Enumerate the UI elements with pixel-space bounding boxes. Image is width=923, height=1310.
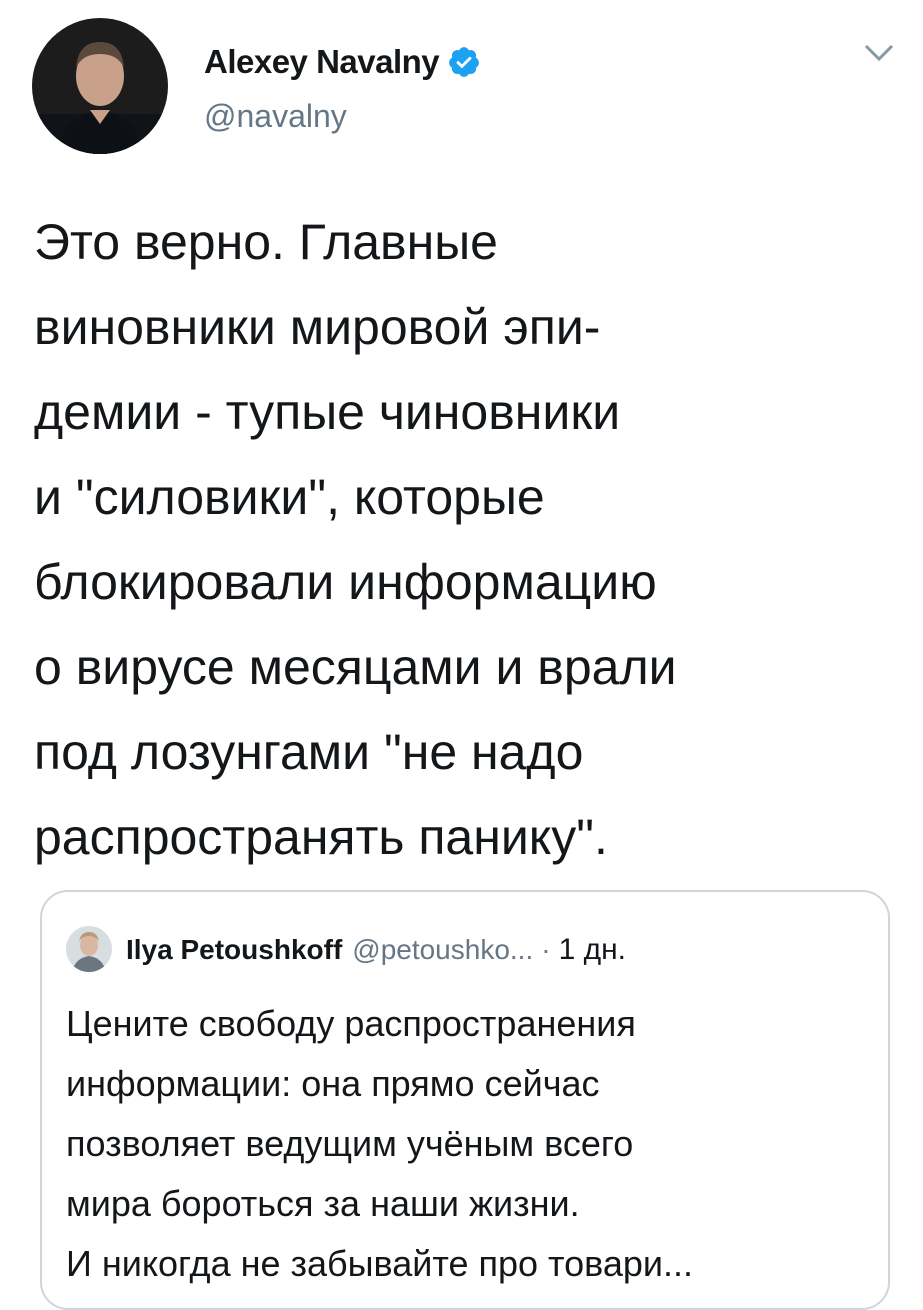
avatar-photo <box>66 926 112 972</box>
author-handle[interactable]: @navalny <box>204 98 347 135</box>
author-avatar[interactable] <box>32 18 168 154</box>
quoted-tweet-time: 1 дн. <box>558 933 627 966</box>
header-separator: · <box>541 934 551 965</box>
tweet-text-line: виновники мировой эпи- <box>34 299 601 355</box>
quoted-author-handle[interactable]: @petoushko... <box>352 934 533 966</box>
quoted-tweet-text: Цените свободу распространения информаци… <box>66 994 876 1294</box>
quoted-text-line: информации: она прямо сейчас <box>66 1063 600 1104</box>
quoted-text-line: мира бороться за наши жизни. <box>66 1183 580 1224</box>
tweet-text-line: и "силовики", которые <box>34 469 545 525</box>
quoted-text-line: позволяет ведущим учёным всего <box>66 1123 634 1164</box>
tweet-text: Это верно. Главные виновники мировой эпи… <box>34 200 914 880</box>
verified-badge-icon <box>447 45 481 79</box>
tweet-text-line: демии - тупые чиновники <box>34 384 621 440</box>
quoted-tweet-header: Ilya Petoushkoff @petoushko... · 1 дн. <box>126 928 626 972</box>
tweet-text-line: о вирусе месяцами и врали <box>34 639 677 695</box>
tweet-text-line: распространять панику". <box>34 809 608 865</box>
author-name-row[interactable]: Alexey Navalny <box>204 40 481 84</box>
quoted-text-line: Цените свободу распространения <box>66 1003 636 1044</box>
tweet-menu-button[interactable] <box>862 42 896 64</box>
chevron-down-icon <box>864 44 894 62</box>
tweet-text-line: Это верно. Главные <box>34 214 498 270</box>
quoted-tweet-card[interactable]: Ilya Petoushkoff @petoushko... · 1 дн. Ц… <box>40 890 890 1310</box>
quoted-author-name[interactable]: Ilya Petoushkoff <box>126 934 342 966</box>
tweet-text-line: под лозунгами "не надо <box>34 724 584 780</box>
tweet-text-line: блокировали информацию <box>34 554 657 610</box>
quoted-author-avatar <box>66 926 112 972</box>
avatar-photo <box>32 18 168 154</box>
author-name[interactable]: Alexey Navalny <box>204 43 440 81</box>
quoted-text-line: И никогда не забывайте про товари... <box>66 1243 693 1284</box>
